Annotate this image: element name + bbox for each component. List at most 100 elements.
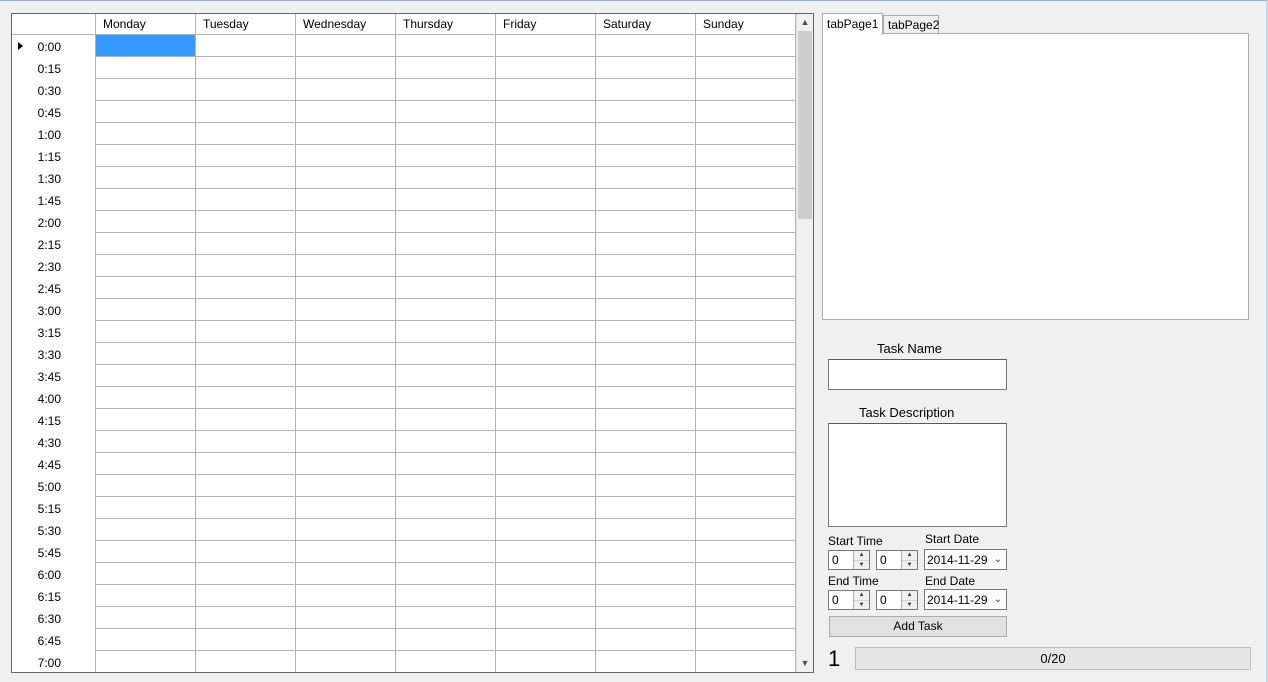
grid-cell[interactable]: [96, 57, 196, 79]
spin-up-icon[interactable]: ▲: [902, 551, 917, 560]
grid-cell[interactable]: [96, 211, 196, 233]
grid-cell[interactable]: [596, 189, 696, 211]
grid-cell[interactable]: [496, 629, 596, 651]
grid-cell[interactable]: [396, 255, 496, 277]
grid-cell[interactable]: [96, 321, 196, 343]
grid-cell[interactable]: [196, 365, 296, 387]
grid-cell[interactable]: [696, 167, 796, 189]
row-header[interactable]: 6:00: [12, 563, 96, 585]
grid-cell[interactable]: [696, 79, 796, 101]
grid-cell[interactable]: [96, 145, 196, 167]
task-name-input[interactable]: [828, 359, 1007, 390]
grid-cell[interactable]: [296, 321, 396, 343]
grid-cell[interactable]: [196, 123, 296, 145]
grid-cell[interactable]: [396, 79, 496, 101]
grid-cell[interactable]: [596, 585, 696, 607]
tab-tabpage2[interactable]: tabPage2: [883, 15, 939, 34]
chevron-down-icon[interactable]: ⌄: [994, 593, 1002, 606]
row-header[interactable]: 1:00: [12, 123, 96, 145]
column-header-saturday[interactable]: Saturday: [596, 14, 696, 35]
grid-cell[interactable]: [296, 145, 396, 167]
grid-cell[interactable]: [296, 277, 396, 299]
grid-cell[interactable]: [496, 277, 596, 299]
spin-up-icon[interactable]: ▲: [902, 591, 917, 600]
row-header[interactable]: 4:00: [12, 387, 96, 409]
spin-up-icon[interactable]: ▲: [854, 551, 869, 560]
grid-cell[interactable]: [696, 321, 796, 343]
grid-cell[interactable]: [596, 233, 696, 255]
grid-cell[interactable]: [296, 475, 396, 497]
grid-cell[interactable]: [396, 651, 496, 672]
grid-cell[interactable]: [296, 651, 396, 672]
grid-cell[interactable]: [596, 651, 696, 672]
grid-cell[interactable]: [696, 299, 796, 321]
grid-cell[interactable]: [596, 563, 696, 585]
row-header[interactable]: 1:15: [12, 145, 96, 167]
grid-cell[interactable]: [396, 497, 496, 519]
chevron-down-icon[interactable]: ⌄: [994, 553, 1002, 566]
end-minute-value[interactable]: 0: [880, 594, 887, 607]
grid-cell[interactable]: [696, 343, 796, 365]
grid-cell[interactable]: [696, 409, 796, 431]
start-minute-stepper[interactable]: 0 ▲ ▼: [876, 550, 918, 570]
grid-cell[interactable]: [296, 123, 396, 145]
grid-cell[interactable]: [396, 519, 496, 541]
grid-cell[interactable]: [96, 519, 196, 541]
grid-cell[interactable]: [496, 409, 596, 431]
column-header-wednesday[interactable]: Wednesday: [296, 14, 396, 35]
grid-cell[interactable]: [396, 585, 496, 607]
start-minute-value[interactable]: 0: [880, 554, 887, 567]
grid-cell[interactable]: [96, 365, 196, 387]
row-header[interactable]: 6:30: [12, 607, 96, 629]
grid-vertical-scrollbar[interactable]: ▲ ▼: [796, 14, 813, 672]
grid-cell[interactable]: [396, 35, 496, 57]
grid-cell[interactable]: [296, 431, 396, 453]
grid-cell[interactable]: [696, 651, 796, 672]
grid-cell[interactable]: [296, 365, 396, 387]
grid-cell[interactable]: [496, 255, 596, 277]
end-date-value[interactable]: 2014-11-29: [927, 594, 988, 607]
grid-cell[interactable]: [196, 629, 296, 651]
row-header[interactable]: 7:00: [12, 651, 96, 672]
grid-cell[interactable]: [696, 629, 796, 651]
spin-down-icon[interactable]: ▼: [854, 560, 869, 570]
grid-cell[interactable]: [596, 365, 696, 387]
grid-cell[interactable]: [96, 563, 196, 585]
grid-cell[interactable]: [96, 101, 196, 123]
grid-cell[interactable]: [496, 79, 596, 101]
grid-cell[interactable]: [696, 35, 796, 57]
row-header[interactable]: 5:45: [12, 541, 96, 563]
grid-cell[interactable]: [96, 651, 196, 672]
grid-cell[interactable]: [96, 123, 196, 145]
spin-down-icon[interactable]: ▼: [902, 560, 917, 570]
grid-cell[interactable]: [196, 79, 296, 101]
start-hour-value[interactable]: 0: [832, 554, 839, 567]
spin-down-icon[interactable]: ▼: [902, 600, 917, 610]
grid-cell[interactable]: [296, 519, 396, 541]
grid-cell[interactable]: [396, 409, 496, 431]
grid-cell[interactable]: [596, 145, 696, 167]
row-header[interactable]: 3:15: [12, 321, 96, 343]
grid-cell[interactable]: [596, 123, 696, 145]
grid-cell[interactable]: [96, 79, 196, 101]
grid-cell[interactable]: [296, 585, 396, 607]
grid-cell[interactable]: [696, 189, 796, 211]
grid-cell[interactable]: [696, 541, 796, 563]
grid-cell[interactable]: [596, 277, 696, 299]
grid-cell[interactable]: [196, 343, 296, 365]
task-description-input[interactable]: [828, 423, 1007, 527]
grid-cell[interactable]: [196, 57, 296, 79]
grid-cell[interactable]: [96, 431, 196, 453]
spin-down-icon[interactable]: ▼: [854, 600, 869, 610]
grid-cell[interactable]: [496, 211, 596, 233]
grid-cell[interactable]: [96, 277, 196, 299]
grid-cell[interactable]: [296, 35, 396, 57]
grid-cell[interactable]: [396, 365, 496, 387]
grid-cell[interactable]: [696, 519, 796, 541]
grid-cell[interactable]: [596, 453, 696, 475]
row-header[interactable]: 3:30: [12, 343, 96, 365]
grid-cell[interactable]: [396, 233, 496, 255]
grid-cell[interactable]: [696, 365, 796, 387]
grid-cell[interactable]: [296, 409, 396, 431]
grid-cell[interactable]: [196, 541, 296, 563]
